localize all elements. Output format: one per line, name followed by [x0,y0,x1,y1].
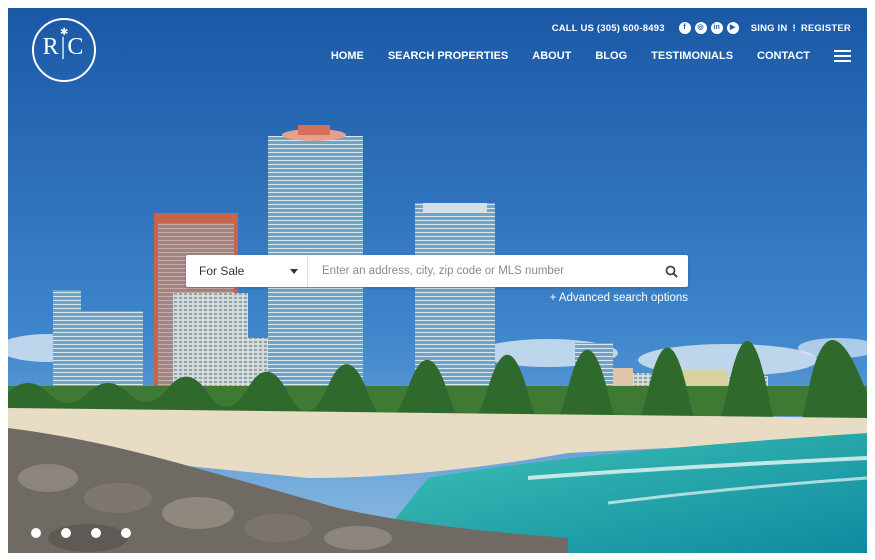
nav-item-search-properties[interactable]: SEARCH PROPERTIES [388,50,508,62]
sign-in-link[interactable]: SING IN [751,23,788,34]
search-input[interactable] [308,255,654,287]
logo[interactable]: ✱ R|C [32,18,96,82]
hamburger-menu-icon[interactable] [834,50,851,62]
nav-item-blog[interactable]: BLOG [595,50,627,62]
logo-text: R|C [42,34,86,60]
advanced-search-link[interactable]: + Advanced search options [550,292,688,304]
hero-banner: ✱ R|C CALL US (305) 600-8493 f ◎ in ▶ SI… [8,8,867,553]
caret-down-icon [290,269,298,274]
register-link[interactable]: REGISTER [801,23,851,34]
carousel-dot[interactable] [121,528,131,538]
nav-item-home[interactable]: HOME [331,50,364,62]
nav-item-about[interactable]: ABOUT [532,50,571,62]
youtube-icon[interactable]: ▶ [726,22,739,34]
top-bar: CALL US (305) 600-8493 f ◎ in ▶ SING IN … [552,22,851,34]
linkedin-icon[interactable]: in [710,22,723,34]
carousel-dot[interactable] [61,528,71,538]
property-search-bar: For Sale [186,255,688,287]
carousel-dot[interactable] [91,528,101,538]
call-us-link[interactable]: CALL US (305) 600-8493 [552,23,665,34]
main-nav: HOME SEARCH PROPERTIES ABOUT BLOG TESTIM… [331,50,851,62]
facebook-icon[interactable]: f [678,22,691,34]
nav-item-testimonials[interactable]: TESTIMONIALS [651,50,733,62]
social-links: f ◎ in ▶ [678,22,739,34]
carousel-dot[interactable] [31,528,41,538]
listing-type-value: For Sale [199,264,245,278]
listing-type-select[interactable]: For Sale [186,255,308,287]
carousel-dots [31,528,131,538]
nav-item-contact[interactable]: CONTACT [757,50,810,62]
search-icon [665,265,678,278]
search-button[interactable] [654,255,688,287]
instagram-icon[interactable]: ◎ [694,22,707,34]
separator: ! [792,22,796,34]
